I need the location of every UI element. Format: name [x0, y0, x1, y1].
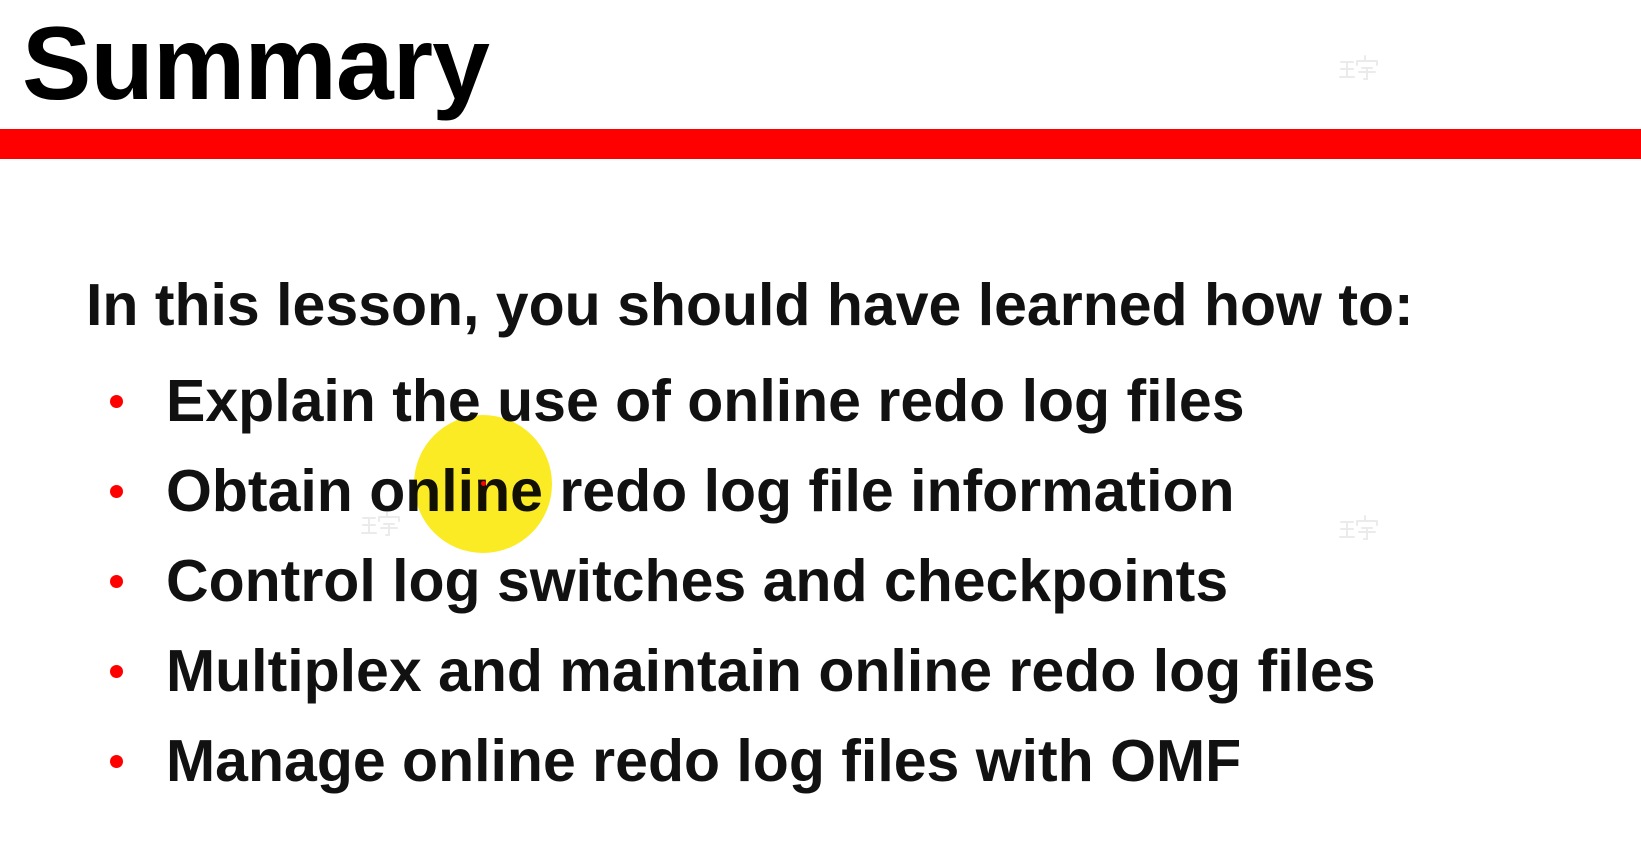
bullet-icon — [110, 395, 123, 408]
cursor-pointer-icon — [481, 481, 486, 486]
bullet-text: Manage online redo log files with OMF — [166, 728, 1242, 794]
bullet-icon — [110, 755, 123, 768]
watermark-icon — [361, 511, 400, 536]
slide-title: Summary — [22, 6, 490, 122]
slide-intro: In this lesson, you should have learned … — [86, 272, 1414, 338]
bullet-icon — [110, 485, 123, 498]
bullet-text: Explain the use of online redo log files — [166, 368, 1245, 434]
watermark-icon — [1339, 515, 1378, 540]
title-rule — [0, 129, 1641, 159]
watermark-icon — [1339, 55, 1378, 80]
bullet-text: Control log switches and checkpoints — [166, 548, 1229, 614]
slide: Summary In this lesson, you should have … — [0, 0, 1641, 846]
bullet-icon — [110, 665, 123, 678]
bullet-text: Obtain online redo log file information — [166, 458, 1235, 524]
bullet-text: Multiplex and maintain online redo log f… — [166, 638, 1376, 704]
bullet-icon — [110, 575, 123, 588]
